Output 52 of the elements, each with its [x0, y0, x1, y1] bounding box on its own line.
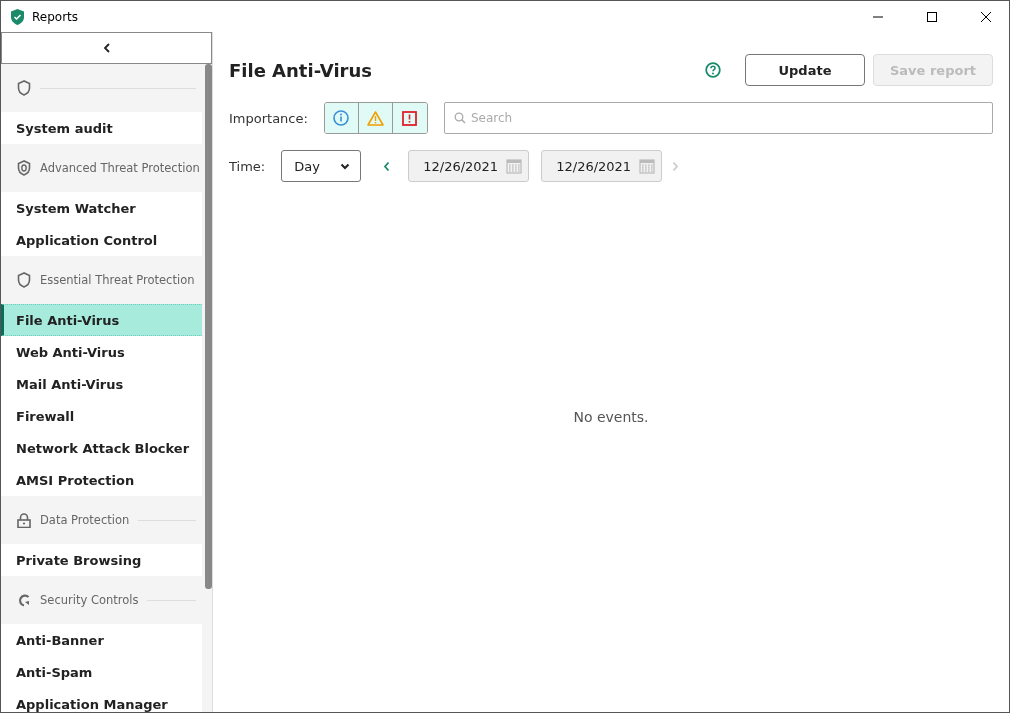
section-title: Essential Threat Protection [40, 273, 195, 287]
update-button[interactable]: Update [745, 54, 865, 86]
sidebar-item[interactable]: Private Browsing [1, 544, 202, 576]
sidebar-item[interactable]: File Anti-Virus [1, 304, 202, 336]
critical-icon [402, 110, 418, 126]
page-title: File Anti-Virus [229, 59, 373, 81]
sidebar-item[interactable]: System audit [1, 112, 202, 144]
search-field[interactable]: Search [443, 102, 993, 134]
calendar-icon[interactable] [506, 158, 523, 174]
sidebar-item[interactable]: Application Manager [1, 688, 202, 712]
sidebar-item[interactable]: System Watcher [1, 192, 202, 224]
date-field[interactable]: 12/26/2021 [408, 150, 530, 182]
period-dropdown[interactable]: Day [281, 150, 362, 182]
shield-icon [17, 80, 31, 96]
help-icon[interactable] [705, 62, 721, 78]
search-icon [453, 112, 466, 124]
importance-toggle[interactable] [392, 103, 427, 133]
importance-label: Importance: [229, 110, 308, 126]
date-field[interactable]: 12/26/2021 [541, 150, 663, 182]
collapse-sidebar-button[interactable] [1, 32, 212, 64]
refresh-shield-icon [17, 592, 31, 608]
section-title: Security Controls [40, 593, 139, 607]
close-icon [981, 11, 991, 22]
time-label: Time: [229, 158, 266, 174]
app-logo-icon [11, 8, 24, 25]
shield-icon [17, 160, 31, 176]
window-title: Reports [32, 9, 80, 24]
minimize-icon [873, 15, 883, 18]
shield-icon [17, 272, 31, 288]
sidebar-item[interactable]: AMSI Protection [1, 464, 202, 496]
empty-message: No events. [573, 409, 649, 425]
section-title: Advanced Threat Protection [40, 161, 200, 175]
scrollbar-thumb[interactable] [205, 64, 212, 589]
importance-toggle[interactable] [358, 103, 393, 133]
chevron-left-icon [383, 160, 391, 172]
sidebar-item[interactable]: Application Control [1, 224, 202, 256]
sidebar-item[interactable]: Network Attack Blocker [1, 432, 202, 464]
sidebar-item[interactable]: Anti-Spam [1, 656, 202, 688]
sidebar-item[interactable]: Anti-Banner [1, 624, 202, 656]
calendar-icon[interactable] [639, 158, 656, 174]
sidebar-item[interactable]: Web Anti-Virus [1, 336, 202, 368]
section-title: Data Protection [40, 513, 130, 527]
chevron-right-icon [672, 160, 680, 172]
caret-icon [340, 162, 351, 170]
importance-toggle[interactable] [324, 103, 359, 133]
lock-icon [17, 512, 31, 528]
info-icon [333, 110, 350, 126]
maximize-icon [927, 11, 937, 22]
chevron-left-icon [102, 43, 111, 53]
sidebar-item[interactable]: Firewall [1, 400, 202, 432]
sidebar-item[interactable]: Mail Anti-Virus [1, 368, 202, 400]
warning-icon [366, 110, 384, 126]
